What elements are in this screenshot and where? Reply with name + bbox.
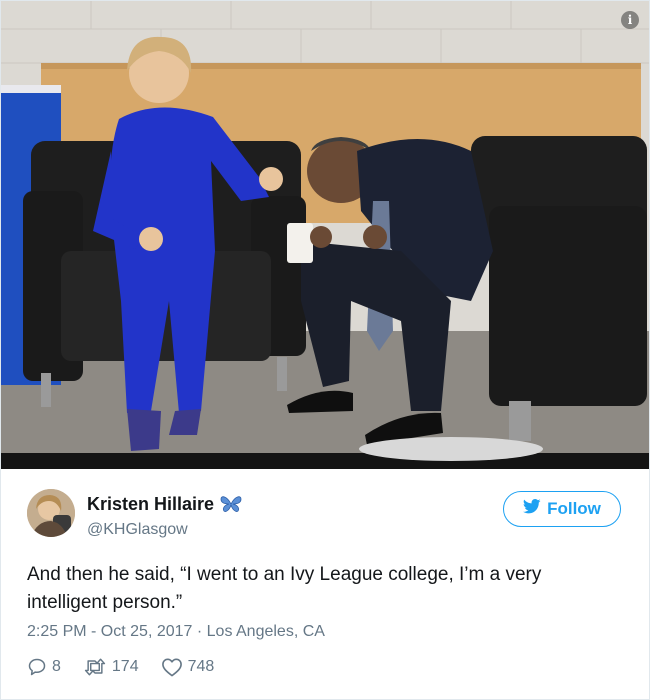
tweet-card: i Kristen Hillaire @KHGlasgow Follow And…: [0, 0, 650, 700]
retweet-icon: [83, 657, 107, 677]
tweet-actions: 8 174 748: [27, 656, 236, 678]
butterfly-icon: [220, 495, 242, 518]
follow-label: Follow: [547, 499, 601, 518]
tweet-text: And then he said, “I went to an Ivy Leag…: [27, 564, 542, 613]
retweet-button[interactable]: 174: [83, 657, 139, 677]
tweet-timestamp[interactable]: 2:25 PM - Oct 25, 2017 · Los Angeles, CA: [27, 623, 325, 641]
author-names: Kristen Hillaire @KHGlasgow: [87, 494, 242, 539]
reply-count: 8: [52, 658, 61, 675]
retweet-count: 174: [111, 658, 139, 675]
heart-icon: [161, 657, 183, 677]
follow-button[interactable]: Follow: [503, 491, 621, 527]
tweet-photo[interactable]: i: [1, 1, 649, 469]
like-count: 748: [187, 658, 215, 675]
reply-icon: [27, 657, 47, 677]
display-name[interactable]: Kristen Hillaire: [87, 494, 214, 514]
avatar[interactable]: [27, 489, 75, 537]
tweet-author: Kristen Hillaire @KHGlasgow Follow: [27, 489, 627, 539]
info-icon[interactable]: i: [621, 11, 639, 29]
photo-scene: [1, 1, 649, 469]
twitter-bird-icon: [523, 499, 541, 519]
reply-button[interactable]: 8: [27, 657, 61, 677]
author-handle[interactable]: @KHGlasgow: [87, 521, 242, 539]
like-button[interactable]: 748: [161, 657, 215, 677]
